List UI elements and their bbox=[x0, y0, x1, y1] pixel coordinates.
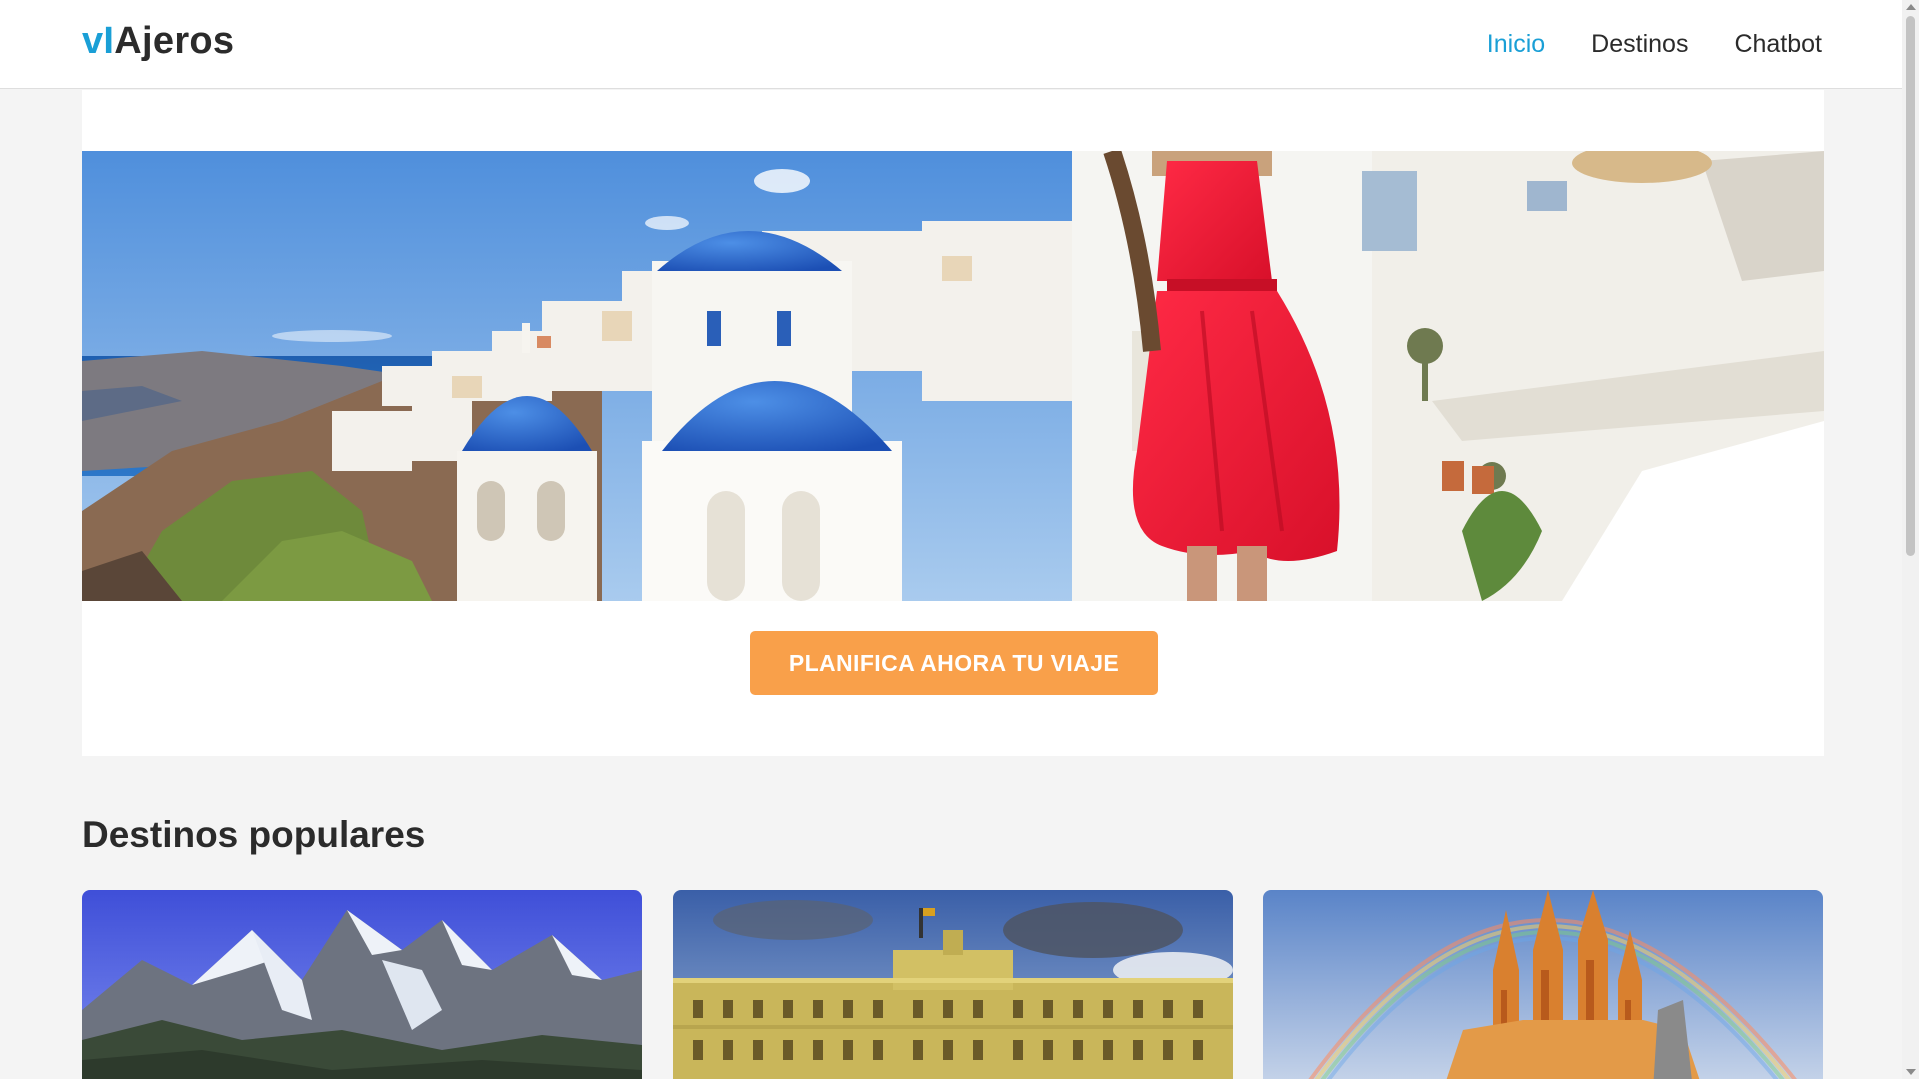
destination-image-palace bbox=[673, 890, 1233, 1079]
destination-card-palace[interactable] bbox=[673, 890, 1233, 1079]
destination-image-mountains bbox=[82, 890, 642, 1079]
nav-link-chatbot[interactable]: Chatbot bbox=[1734, 30, 1822, 59]
hero-section: PLANIFICA AHORA TU VIAJE bbox=[82, 90, 1824, 756]
page-scrollbar[interactable] bbox=[1902, 0, 1919, 1079]
destination-image-sagrada-familia bbox=[1263, 890, 1823, 1079]
plan-trip-button[interactable]: PLANIFICA AHORA TU VIAJE bbox=[750, 631, 1158, 695]
logo-accent-text: vI bbox=[82, 20, 115, 62]
top-navbar: vIAjeros Inicio Destinos Chatbot bbox=[0, 0, 1902, 89]
nav-link-destinos[interactable]: Destinos bbox=[1591, 30, 1688, 59]
site-logo[interactable]: vIAjeros bbox=[82, 20, 234, 63]
popular-destinations-title: Destinos populares bbox=[82, 814, 426, 855]
hero-image-santorini bbox=[82, 151, 1824, 601]
main-nav: Inicio Destinos Chatbot bbox=[1487, 30, 1822, 59]
destination-card-mountains[interactable] bbox=[82, 890, 642, 1079]
scroll-up-arrow-icon[interactable] bbox=[1906, 4, 1916, 10]
scroll-thumb[interactable] bbox=[1906, 16, 1915, 556]
logo-main-text: Ajeros bbox=[114, 20, 235, 62]
destination-card-sagrada-familia[interactable] bbox=[1263, 890, 1823, 1079]
scroll-down-arrow-icon[interactable] bbox=[1906, 1069, 1916, 1075]
nav-link-inicio[interactable]: Inicio bbox=[1487, 30, 1545, 59]
